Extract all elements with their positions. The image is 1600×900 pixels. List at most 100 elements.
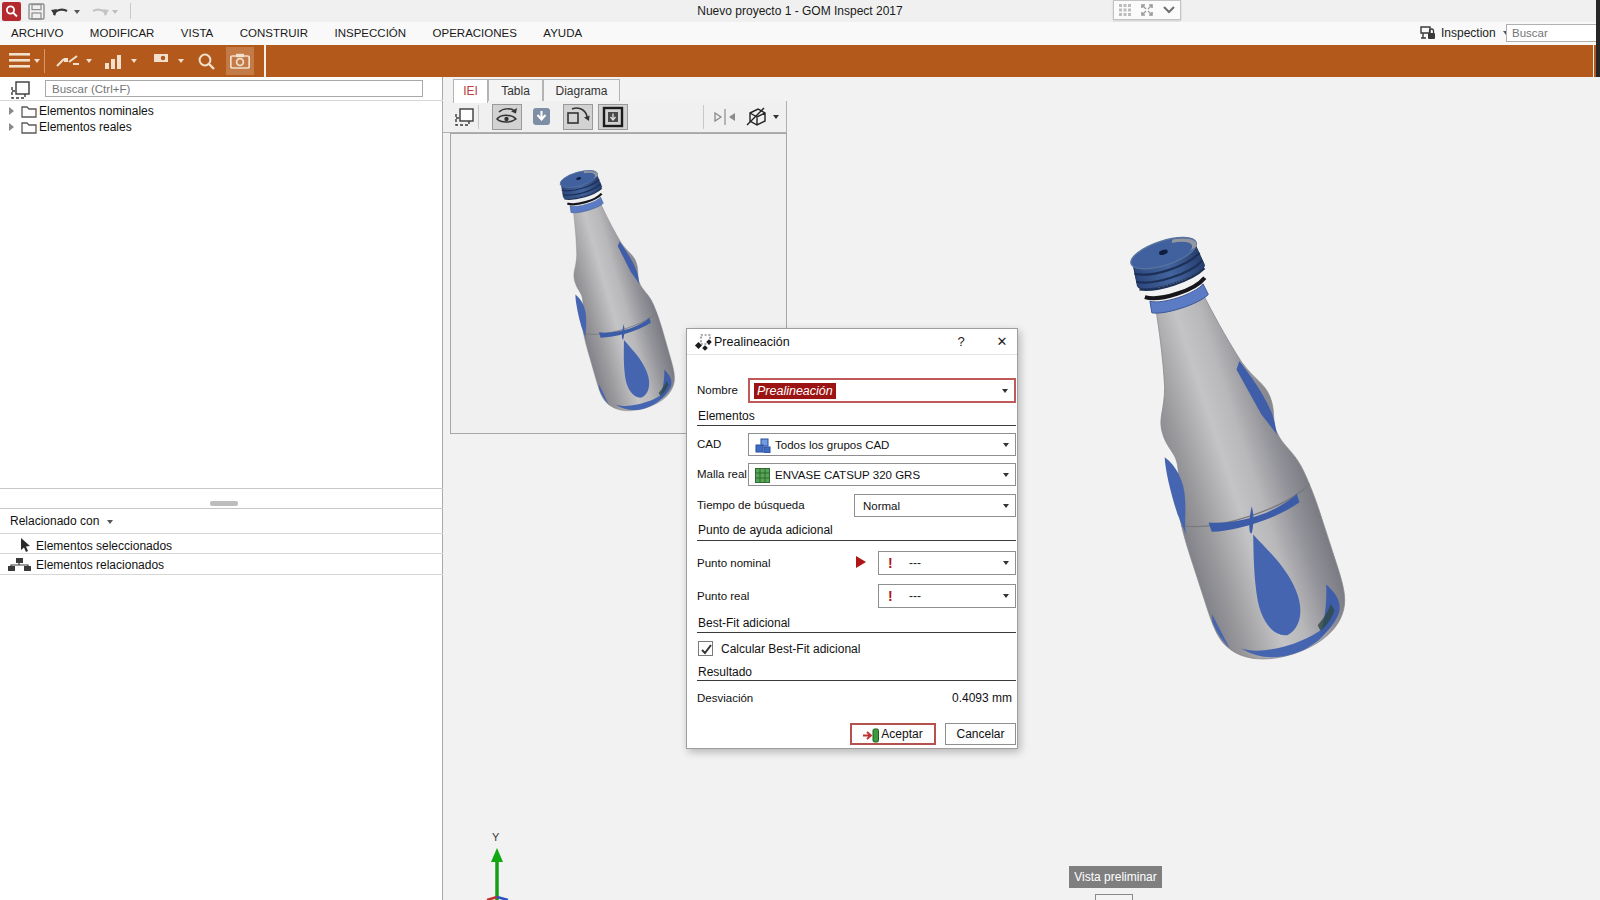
section-rule	[697, 680, 1016, 681]
accept-button[interactable]: Aceptar	[850, 723, 936, 745]
required-arrow-icon	[856, 556, 866, 568]
main-toolbar	[0, 45, 1600, 77]
menu-operaciones[interactable]: OPERACIONES	[422, 22, 528, 39]
view-layers-icon[interactable]	[453, 107, 475, 127]
view-rotate-element-button[interactable]	[563, 104, 593, 130]
explorer-search-input[interactable]	[45, 80, 423, 97]
cad-group-icon	[755, 438, 771, 453]
cad-combobox[interactable]: Todos los grupos CAD	[748, 433, 1016, 456]
splitter-grip[interactable]	[210, 501, 238, 506]
tab-iei[interactable]: IEI	[453, 79, 488, 103]
tab-tabla[interactable]: Tabla	[488, 79, 543, 101]
tiempo-combobox[interactable]: Normal	[854, 494, 1016, 517]
tree-item-nominales[interactable]: Elementos nominales	[0, 103, 443, 119]
punto-header: Punto de ayuda adicional	[698, 523, 833, 537]
warning-icon: !	[888, 588, 893, 604]
accept-icon	[862, 728, 880, 743]
punto-nominal-value: ---	[909, 556, 921, 570]
bestfit-checkbox-label: Calcular Best-Fit adicional	[721, 642, 860, 656]
main-bottle-model[interactable]	[1020, 200, 1600, 690]
related-item-related[interactable]: Elementos relacionados	[0, 556, 443, 574]
related-elements-icon	[7, 558, 33, 572]
viewport-area[interactable]: IEI Tabla Diagrama	[443, 77, 1600, 900]
prealignment-icon	[694, 334, 712, 351]
window-title: Nuevo proyecto 1 - GOM Inspect 2017	[0, 4, 1600, 18]
divider	[0, 100, 443, 101]
workspace-label: Inspection	[1441, 26, 1496, 40]
flag-caret[interactable]	[178, 59, 184, 63]
nombre-combobox[interactable]: Prealineación	[748, 378, 1016, 403]
related-header[interactable]: Relacionado con	[0, 514, 443, 534]
mesh-icon	[755, 468, 770, 483]
construct-caret[interactable]	[86, 59, 92, 63]
cad-value: Todos los grupos CAD	[775, 439, 889, 451]
workspace-selector[interactable]: Inspection	[1419, 25, 1509, 41]
section-rule	[697, 540, 1016, 541]
chart-caret[interactable]	[131, 59, 137, 63]
hamburger-caret[interactable]	[34, 59, 40, 63]
divider	[0, 533, 443, 534]
punto-real-combobox[interactable]: ! ---	[878, 584, 1016, 608]
menu-archivo[interactable]: ARCHIVO	[0, 22, 74, 39]
view-cube-icon[interactable]	[744, 106, 768, 128]
elementos-header: Elementos	[698, 409, 755, 423]
menu-inspeccion[interactable]: INSPECCIÓN	[324, 22, 418, 39]
title-bar: Nuevo proyecto 1 - GOM Inspect 2017	[0, 0, 1600, 22]
toolbar-separator	[44, 49, 45, 73]
nombre-value: Prealineación	[754, 383, 836, 399]
punto-nominal-label: Punto nominal	[697, 557, 771, 569]
chevron-down-icon[interactable]	[1162, 5, 1176, 15]
construct-icon[interactable]	[56, 53, 80, 69]
divider	[0, 508, 443, 509]
cad-label: CAD	[697, 438, 721, 450]
punto-real-value: ---	[909, 589, 921, 603]
expand-icon[interactable]	[1140, 3, 1154, 17]
mirror-view-icon[interactable]	[713, 108, 737, 126]
section-rule	[697, 425, 1016, 426]
resultado-header: Resultado	[698, 665, 752, 679]
label-flag-icon[interactable]	[151, 52, 173, 70]
folder-icon	[21, 104, 37, 118]
dialog-titlebar[interactable]: Prealineación ? ✕	[687, 329, 1017, 355]
divider	[0, 488, 443, 489]
divider	[0, 574, 443, 575]
dialog-title: Prealineación	[714, 335, 790, 349]
related-caret	[107, 520, 113, 524]
menu-modificar[interactable]: MODIFICAR	[79, 22, 166, 39]
malla-combobox[interactable]: ENVASE CATSUP 320 GRS	[748, 463, 1016, 486]
desviacion-label: Desviación	[697, 692, 753, 704]
screen-edge	[1596, 0, 1600, 77]
dialog-close-button[interactable]: ✕	[993, 334, 1011, 349]
view-frame-button[interactable]	[598, 104, 628, 130]
expander-icon[interactable]	[9, 107, 14, 115]
explorer-layers-icon[interactable]	[9, 80, 31, 100]
tree-item-reales[interactable]: Elementos reales	[0, 119, 443, 135]
hamburger-menu-icon[interactable]	[9, 52, 31, 70]
divider	[0, 553, 443, 554]
mini-toolbar	[1113, 0, 1181, 20]
tab-diagrama[interactable]: Diagrama	[543, 79, 620, 101]
expander-icon[interactable]	[9, 123, 14, 131]
tiempo-label: Tiempo de búsqueda	[697, 499, 805, 511]
view-download-button[interactable]	[530, 104, 554, 130]
view-rotate-eye-button[interactable]	[492, 104, 522, 130]
view-cube-caret[interactable]	[773, 115, 779, 119]
preview-tooltip: Vista preliminar	[1069, 866, 1162, 888]
toolbar-separator-2	[264, 45, 266, 77]
dialog-help-button[interactable]: ?	[953, 334, 969, 349]
menu-ayuda[interactable]: AYUDA	[532, 22, 593, 39]
malla-label: Malla real	[697, 468, 747, 480]
search-icon[interactable]	[197, 52, 216, 71]
grid-icon[interactable]	[1118, 3, 1132, 17]
chart-icon[interactable]	[104, 52, 124, 70]
tiempo-value: Normal	[863, 500, 900, 512]
menu-vista[interactable]: VISTA	[170, 22, 224, 39]
partial-button[interactable]	[1095, 894, 1133, 900]
bestfit-checkbox[interactable]	[698, 641, 713, 656]
punto-nominal-combobox[interactable]: ! ---	[878, 551, 1016, 575]
global-search-input[interactable]	[1506, 24, 1597, 42]
section-rule	[697, 632, 1016, 633]
menu-construir[interactable]: CONSTRUIR	[229, 22, 319, 39]
camera-icon[interactable]	[230, 53, 250, 69]
cancel-button[interactable]: Cancelar	[945, 723, 1016, 745]
